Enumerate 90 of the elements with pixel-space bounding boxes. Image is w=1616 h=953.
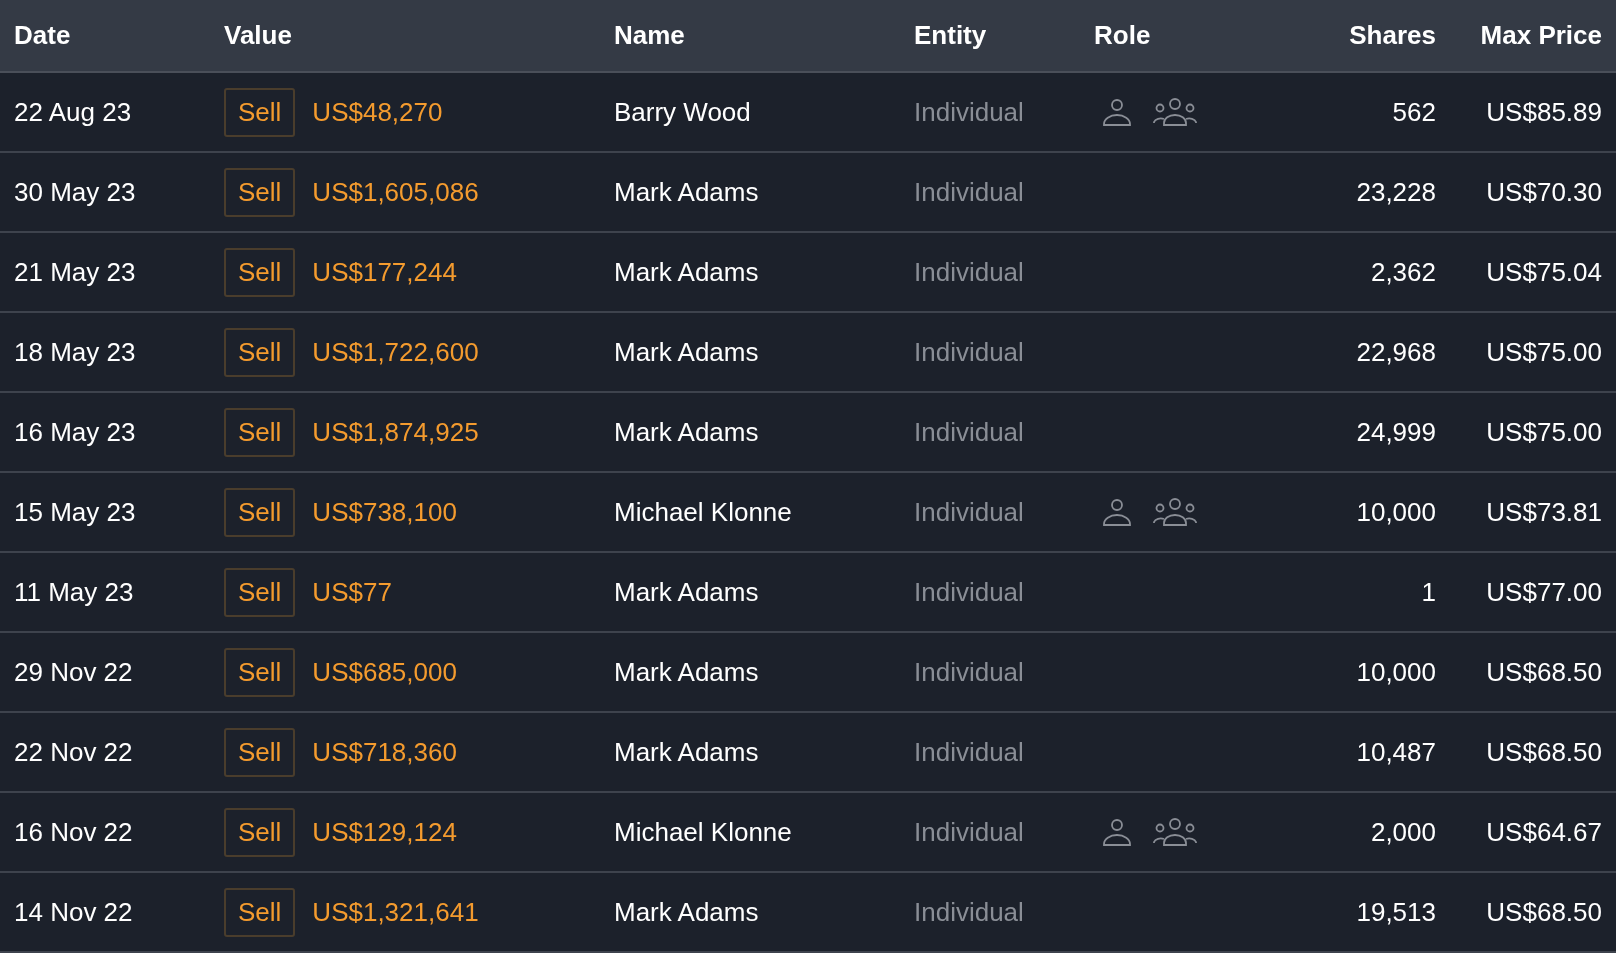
- shares-cell-text: 23,228: [1355, 176, 1436, 208]
- transaction-type-badge: Sell: [224, 647, 296, 697]
- value-cell: US$1,722,600: [312, 336, 479, 368]
- date-cell-text: 21 May 23: [14, 256, 137, 288]
- transaction-type-badge: Sell: [224, 407, 296, 457]
- max-price-cell-text: US$70.30: [1485, 176, 1602, 208]
- entity-cell-text: Individual: [914, 496, 1025, 528]
- name-cell-text: Michael Klonne: [614, 496, 793, 528]
- shares-cell-text: 1: [1420, 576, 1436, 608]
- person-icon: [1102, 817, 1132, 847]
- transaction-type-badge: Sell: [224, 567, 296, 617]
- entity-cell-text: Individual: [914, 576, 1025, 608]
- date-cell-text: 11 May 23: [14, 576, 135, 608]
- shares-cell-text: 2,000: [1369, 816, 1436, 848]
- shares-cell-text: 10,000: [1355, 496, 1436, 528]
- max-price-cell-text: US$75.04: [1485, 256, 1602, 288]
- value-cell: US$738,100: [312, 496, 457, 528]
- value-cell: US$685,000: [312, 656, 457, 688]
- name-cell-text: Mark Adams: [614, 416, 760, 448]
- name-cell-text: Mark Adams: [614, 336, 760, 368]
- value-cell: US$177,244: [312, 256, 457, 288]
- value-cell: US$129,124: [312, 816, 457, 848]
- column-header[interactable]: Value: [224, 20, 614, 51]
- max-price-cell-text: US$68.50: [1485, 736, 1602, 768]
- shares-cell-text: 562: [1391, 96, 1436, 128]
- entity-cell-text: Individual: [914, 816, 1025, 848]
- transaction-type-badge: Sell: [224, 487, 296, 537]
- transaction-type-badge: Sell: [224, 887, 296, 937]
- max-price-cell-text: US$75.00: [1485, 416, 1602, 448]
- value-cell: US$48,270: [312, 96, 443, 128]
- transaction-type-badge: Sell: [224, 247, 296, 297]
- date-cell-text: 30 May 23: [14, 176, 137, 208]
- name-cell-text: Mark Adams: [614, 896, 760, 928]
- value-cell: US$77: [312, 576, 392, 608]
- entity-cell-text: Individual: [914, 736, 1025, 768]
- max-price-cell-text: US$68.50: [1485, 896, 1602, 928]
- person-icon: [1102, 497, 1132, 527]
- transaction-type-badge: Sell: [224, 807, 296, 857]
- date-cell-text: 14 Nov 22: [14, 896, 134, 928]
- column-header[interactable]: Role: [1094, 20, 1294, 51]
- column-header[interactable]: Date: [14, 20, 224, 51]
- date-cell-text: 29 Nov 22: [14, 656, 134, 688]
- value-cell: US$718,360: [312, 736, 457, 768]
- group-icon: [1152, 497, 1198, 527]
- value-cell: US$1,605,086: [312, 176, 479, 208]
- name-cell-text: Mark Adams: [614, 256, 760, 288]
- group-icon: [1152, 97, 1198, 127]
- entity-cell-text: Individual: [914, 656, 1025, 688]
- date-cell-text: 15 May 23: [14, 496, 137, 528]
- max-price-cell-text: US$85.89: [1485, 96, 1602, 128]
- entity-cell-text: Individual: [914, 336, 1025, 368]
- transaction-type-badge: Sell: [224, 327, 296, 377]
- date-cell-text: 22 Nov 22: [14, 736, 134, 768]
- transaction-type-badge: Sell: [224, 727, 296, 777]
- entity-cell-text: Individual: [914, 176, 1025, 208]
- name-cell-text: Mark Adams: [614, 176, 760, 208]
- name-cell-text: Michael Klonne: [614, 816, 793, 848]
- entity-cell-text: Individual: [914, 96, 1025, 128]
- transaction-type-badge: Sell: [224, 167, 296, 217]
- date-cell-text: 22 Aug 23: [14, 96, 133, 128]
- value-cell: US$1,874,925: [312, 416, 479, 448]
- date-cell-text: 16 Nov 22: [14, 816, 134, 848]
- shares-cell-text: 10,000: [1355, 656, 1436, 688]
- group-icon: [1152, 817, 1198, 847]
- shares-cell-text: 10,487: [1355, 736, 1436, 768]
- max-price-cell-text: US$64.67: [1485, 816, 1602, 848]
- shares-cell-text: 24,999: [1355, 416, 1436, 448]
- name-cell-text: Mark Adams: [614, 736, 760, 768]
- entity-cell-text: Individual: [914, 256, 1025, 288]
- column-header[interactable]: Max Price: [1436, 20, 1602, 51]
- column-header[interactable]: Shares: [1294, 20, 1436, 51]
- person-icon: [1102, 97, 1132, 127]
- entity-cell-text: Individual: [914, 896, 1025, 928]
- transaction-type-badge: Sell: [224, 87, 296, 137]
- shares-cell-text: 2,362: [1369, 256, 1436, 288]
- shares-cell-text: 19,513: [1355, 896, 1436, 928]
- value-cell: US$1,321,641: [312, 896, 479, 928]
- date-cell-text: 16 May 23: [14, 416, 137, 448]
- name-cell-text: Mark Adams: [614, 576, 760, 608]
- date-cell-text: 18 May 23: [14, 336, 137, 368]
- max-price-cell-text: US$68.50: [1485, 656, 1602, 688]
- max-price-cell-text: US$77.00: [1485, 576, 1602, 608]
- entity-cell-text: Individual: [914, 416, 1025, 448]
- shares-cell-text: 22,968: [1355, 336, 1436, 368]
- name-cell-text: Barry Wood: [614, 96, 752, 128]
- name-cell-text: Mark Adams: [614, 656, 760, 688]
- max-price-cell-text: US$73.81: [1485, 496, 1602, 528]
- column-header[interactable]: Entity: [914, 20, 1094, 51]
- max-price-cell-text: US$75.00: [1485, 336, 1602, 368]
- column-header[interactable]: Name: [614, 20, 914, 51]
